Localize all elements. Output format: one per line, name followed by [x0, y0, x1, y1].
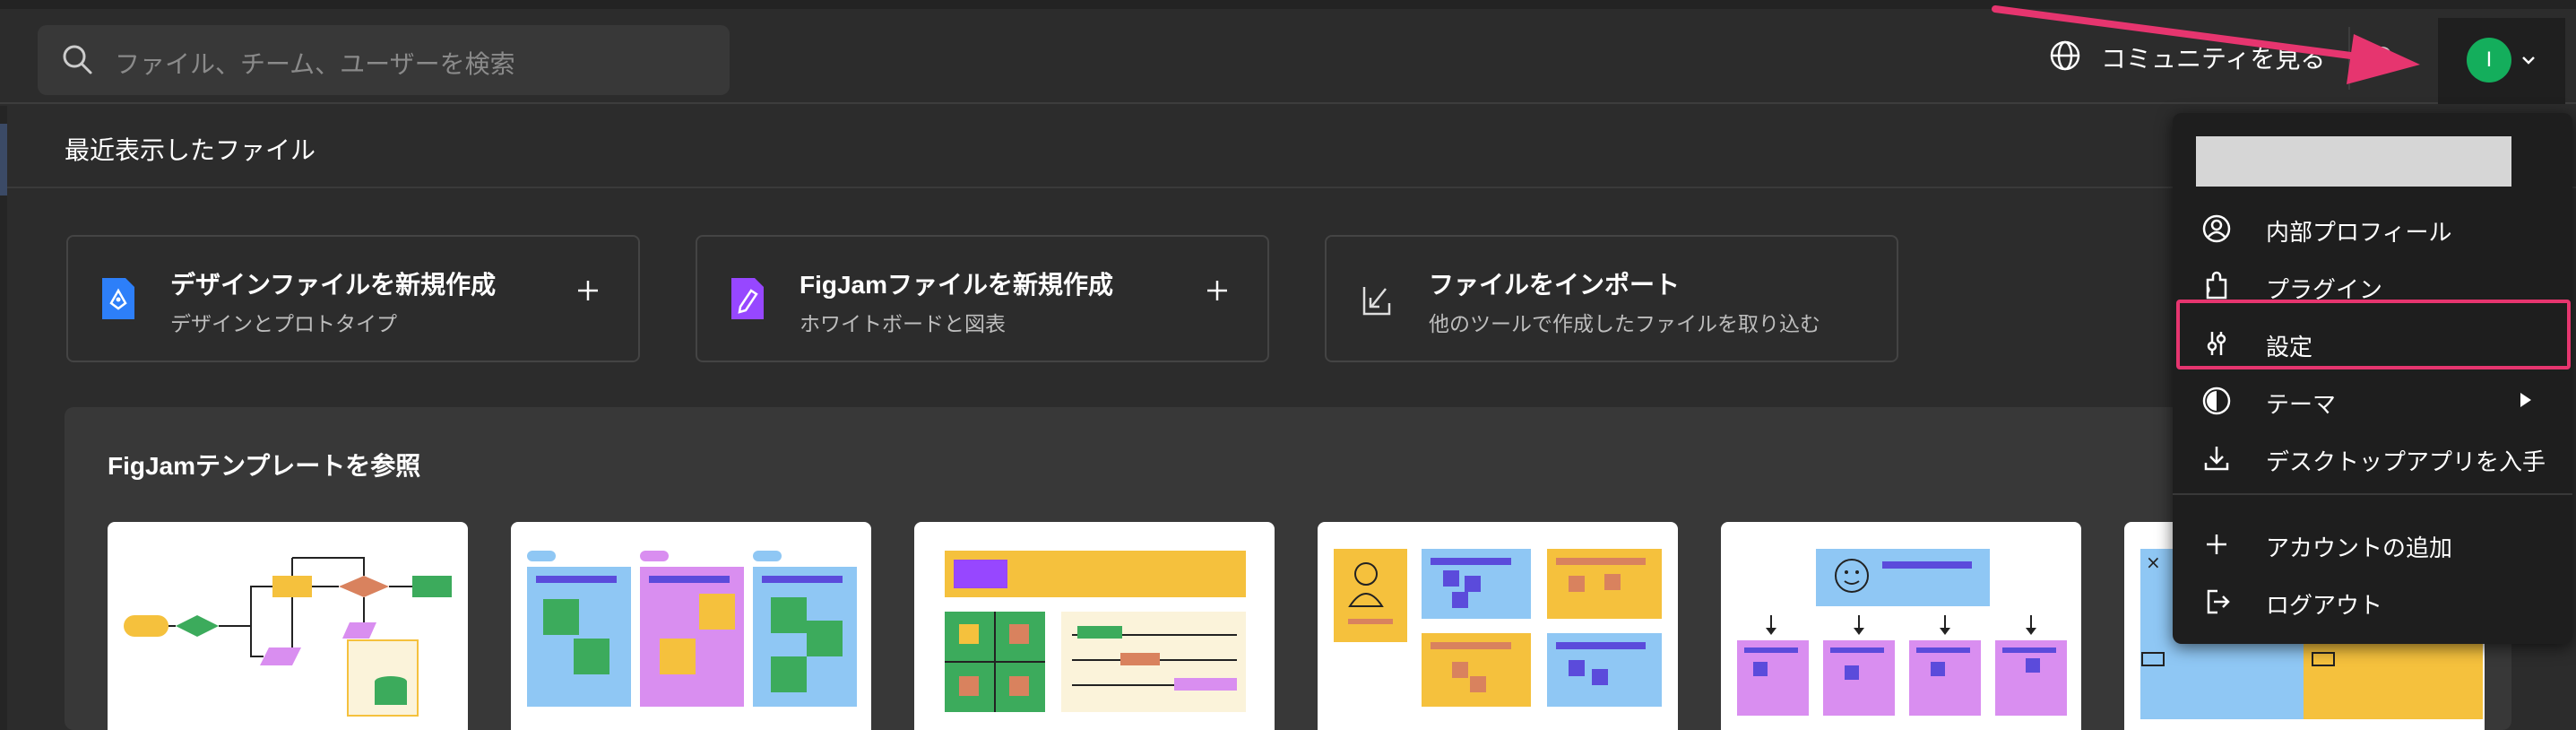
- import-icon: [1357, 276, 1396, 326]
- settings-highlight-annotation: [2176, 300, 2571, 369]
- card-title: ファイルをインポート: [1429, 271, 1681, 299]
- recent-files-title: 最近表示したファイル: [65, 136, 316, 164]
- card-subtitle: 他のツールで作成したファイルを取り込む: [1429, 312, 1820, 335]
- submenu-arrow-icon: [2519, 391, 2533, 413]
- template-thumbnail[interactable]: [108, 522, 468, 730]
- profile-icon: [2201, 213, 2232, 248]
- chevron-down-icon[interactable]: [2520, 54, 2537, 71]
- menu-item-desktop-app[interactable]: デスクトップアプリを入手: [2173, 429, 2572, 486]
- figjam-file-icon: [728, 276, 767, 326]
- logout-icon: [2201, 587, 2232, 621]
- search-box[interactable]: ファイル、チーム、ユーザーを検索: [38, 25, 730, 95]
- header-divider: [2348, 27, 2350, 90]
- template-thumbnail[interactable]: [1721, 522, 2081, 730]
- templates-title: FigJamテンプレートを参照: [108, 452, 421, 480]
- templates-panel: FigJamテンプレートを参照 ×: [65, 407, 2511, 730]
- plus-icon: [2201, 529, 2232, 564]
- menu-item-label: アカウントの追加: [2266, 534, 2453, 561]
- card-title: FigJamファイルを新規作成: [800, 271, 1114, 299]
- avatar[interactable]: I: [2467, 38, 2511, 83]
- sidebar: [0, 106, 7, 730]
- search-placeholder: ファイル、チーム、ユーザーを検索: [115, 50, 515, 78]
- menu-item-label: ログアウト: [2266, 592, 2383, 619]
- window-top-strip: [0, 0, 2576, 9]
- menu-item-profile[interactable]: 内部プロフィール: [2173, 199, 2572, 256]
- search-icon: [61, 43, 95, 82]
- plus-icon[interactable]: [1203, 276, 1232, 309]
- community-label: コミュニティを見る: [2101, 45, 2326, 73]
- design-file-icon: [99, 276, 138, 326]
- new-design-file-card[interactable]: デザインファイルを新規作成 デザインとプロトタイプ: [66, 235, 640, 362]
- menu-item-label: デスクトップアプリを入手: [2266, 448, 2546, 475]
- menu-item-label: 内部プロフィール: [2266, 219, 2452, 246]
- plus-icon[interactable]: [574, 276, 602, 309]
- svg-text:×: ×: [2146, 552, 2161, 573]
- account-menu: 内部プロフィール プラグイン 設定 テーマ デスクトップアプリを入手 アカウント…: [2173, 113, 2572, 644]
- card-subtitle: デザインとプロトタイプ: [170, 312, 397, 335]
- theme-icon: [2201, 386, 2232, 421]
- menu-item-add-account[interactable]: アカウントの追加: [2173, 515, 2572, 572]
- sidebar-selected-item[interactable]: [0, 124, 7, 196]
- card-subtitle: ホワイトボードと図表: [800, 312, 1006, 335]
- template-thumbnail[interactable]: [511, 522, 871, 730]
- account-name-redacted: [2196, 136, 2511, 187]
- top-bar: ファイル、チーム、ユーザーを検索 コミュニティを見る I: [0, 0, 2576, 104]
- menu-item-logout[interactable]: ログアウト: [2173, 572, 2572, 630]
- card-title: デザインファイルを新規作成: [170, 271, 497, 299]
- template-thumbnail[interactable]: [914, 522, 1275, 730]
- menu-separator: [2173, 493, 2572, 495]
- download-icon: [2201, 443, 2232, 478]
- import-file-card[interactable]: ファイルをインポート 他のツールで作成したファイルを取り込む: [1325, 235, 1898, 362]
- new-figjam-file-card[interactable]: FigJamファイルを新規作成 ホワイトボードと図表: [696, 235, 1269, 362]
- community-link[interactable]: コミュニティを見る: [2049, 36, 2325, 79]
- template-thumbnail[interactable]: [1318, 522, 1678, 730]
- notification-icon[interactable]: [2377, 47, 2391, 70]
- menu-item-label: テーマ: [2266, 391, 2337, 418]
- globe-icon: [2049, 39, 2081, 76]
- menu-item-theme[interactable]: テーマ: [2173, 371, 2572, 429]
